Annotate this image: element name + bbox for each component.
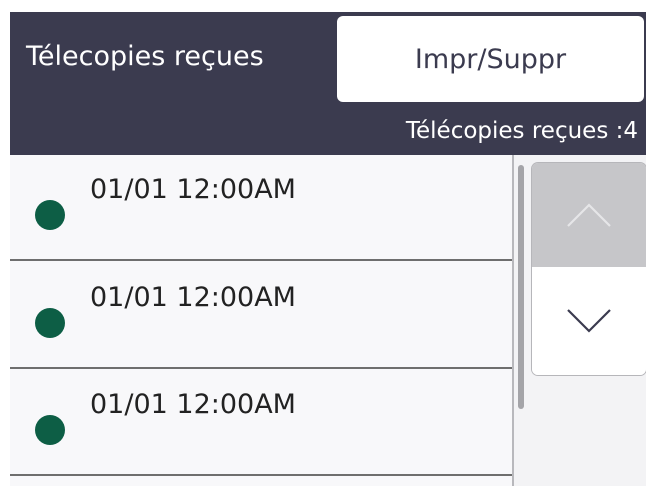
chevron-down-icon <box>567 309 611 333</box>
scrollbar[interactable] <box>518 165 524 409</box>
header-bar: Télecopies reçues Impr/Suppr Télécopies … <box>10 12 646 155</box>
fax-list-screen: Télecopies reçues Impr/Suppr Télécopies … <box>10 12 646 486</box>
fax-timestamp: 01/01 12:00AM <box>90 389 296 420</box>
list-item[interactable]: 01/01 12:00AM <box>10 263 512 369</box>
fax-timestamp: 01/01 12:00AM <box>90 282 296 313</box>
fax-count-label: Télécopies reçues :4 <box>405 118 638 144</box>
list-divider <box>512 155 514 486</box>
scroll-up-button[interactable] <box>532 163 646 267</box>
green-dot-icon <box>35 200 65 230</box>
green-dot-icon <box>35 308 65 338</box>
chevron-up-icon <box>567 203 611 227</box>
list-item[interactable]: 01/01 12:00AM <box>10 155 512 261</box>
fax-list: 01/01 12:00AM 01/01 12:00AM 01/01 12:00A… <box>10 155 512 486</box>
scroll-buttons <box>532 163 646 375</box>
scroll-down-button[interactable] <box>532 267 646 375</box>
page-title: Télecopies reçues <box>26 41 264 72</box>
green-dot-icon <box>35 415 65 445</box>
fax-timestamp: 01/01 12:00AM <box>90 174 296 205</box>
print-delete-button[interactable]: Impr/Suppr <box>337 16 644 102</box>
list-item[interactable]: 01/01 12:00AM <box>10 370 512 476</box>
